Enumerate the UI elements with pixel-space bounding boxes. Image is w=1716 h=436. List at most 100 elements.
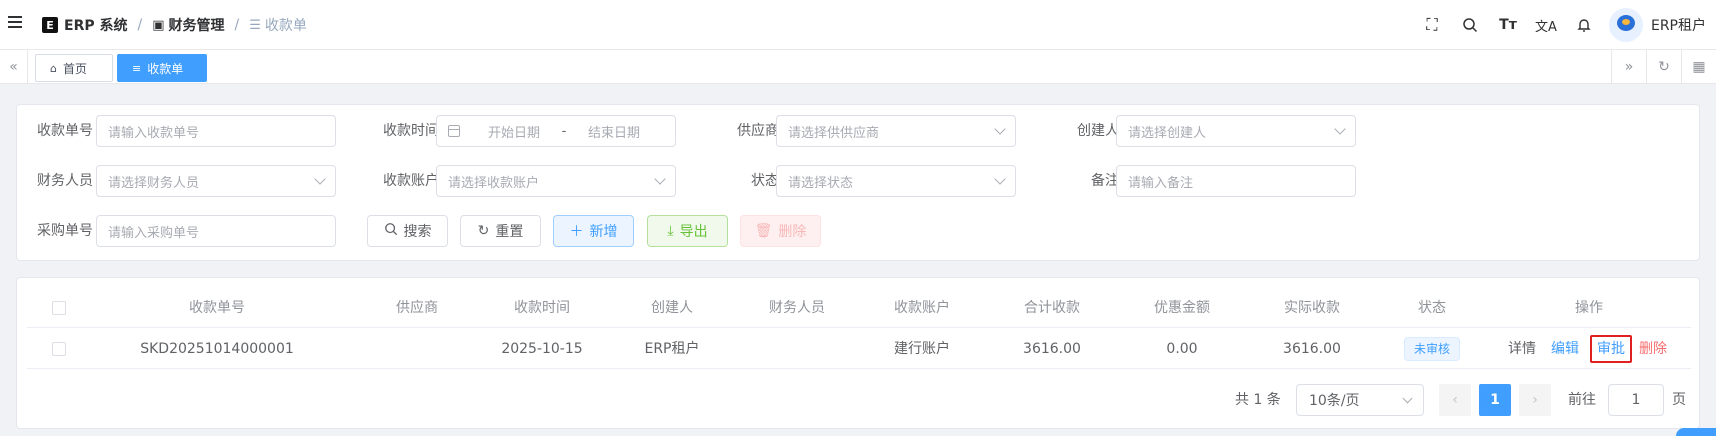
- download-icon: ⤓: [667, 223, 674, 239]
- receipt-time-label: 收款时间: [383, 123, 439, 139]
- finance-user-placeholder: 请选择财务人员: [108, 175, 200, 191]
- account-placeholder: 请选择收款账户: [448, 175, 540, 191]
- purchase-no-label: 采购单号: [37, 223, 93, 239]
- status-label: 状态: [751, 173, 779, 189]
- table-row[interactable]: SKD20251014000001 2025-10-15 ERP租户 建行账户 …: [27, 329, 1691, 369]
- tab-home[interactable]: ⌂ 首页: [35, 54, 113, 82]
- top-navbar: E ERP 系统 / ▣ 财务管理 / ☰ 收款单 ⛶ Tт 文A ERP租户: [0, 0, 1716, 50]
- col-receipt-no: 收款单号: [189, 300, 245, 316]
- tab-home-label: 首页: [62, 61, 87, 76]
- bell-icon[interactable]: [1565, 0, 1603, 50]
- cell-total: 3616.00: [1023, 341, 1081, 357]
- remark-input[interactable]: 请输入备注: [1116, 165, 1356, 197]
- font-size-icon[interactable]: Tт: [1489, 0, 1527, 50]
- chevron-down-icon: [994, 123, 1006, 135]
- hamburger-menu-icon[interactable]: [8, 16, 22, 30]
- detail-link[interactable]: 详情: [1508, 329, 1536, 369]
- finance-icon: ▣: [152, 17, 165, 33]
- search-button-label: 搜索: [403, 224, 432, 240]
- account-label: 收款账户: [383, 173, 439, 189]
- row-checkbox[interactable]: [52, 342, 66, 356]
- supplier-select[interactable]: 请选择供供应商: [776, 115, 1016, 147]
- approve-link[interactable]: 审批: [1597, 329, 1625, 369]
- grid-menu-icon[interactable]: ▦: [1681, 50, 1716, 84]
- export-button-label: 导出: [679, 224, 708, 240]
- delete-button[interactable]: 🗑 删除: [740, 215, 821, 247]
- col-actual: 实际收款: [1284, 300, 1340, 316]
- refresh-icon: ↻: [477, 223, 490, 239]
- receipt-no-input[interactable]: 请输入收款单号: [96, 115, 336, 147]
- trash-icon: 🗑: [754, 223, 773, 239]
- receipt-no-label: 收款单号: [37, 123, 93, 139]
- reset-button[interactable]: ↻ 重置: [460, 215, 541, 247]
- col-status: 状态: [1418, 300, 1446, 316]
- col-finance-user: 财务人员: [769, 300, 825, 316]
- tab-receipt[interactable]: ≡ 收款单: [117, 54, 207, 82]
- account-select[interactable]: 请选择收款账户: [436, 165, 676, 197]
- col-account: 收款账户: [894, 300, 950, 316]
- reset-button-label: 重置: [495, 224, 524, 240]
- fullscreen-icon[interactable]: ⛶: [1413, 0, 1451, 50]
- creator-select[interactable]: 请选择创建人: [1116, 115, 1356, 147]
- start-date-placeholder[interactable]: 开始日期: [474, 122, 554, 141]
- pagination-total: 共 1 条: [1235, 392, 1281, 408]
- purchase-no-input[interactable]: 请输入采购单号: [96, 215, 336, 247]
- goto-page-input[interactable]: 1: [1608, 384, 1664, 416]
- cell-status: 未审核: [1377, 329, 1487, 369]
- tab-receipt-label: 收款单: [147, 61, 184, 76]
- scroll-left-icon[interactable]: «: [0, 50, 28, 84]
- col-actions: 操作: [1575, 300, 1603, 316]
- chevron-down-icon: [994, 173, 1006, 185]
- date-separator: -: [561, 123, 567, 139]
- breadcrumb: E ERP 系统 / ▣ 财务管理 / ☰ 收款单: [42, 15, 307, 35]
- col-total: 合计收款: [1024, 300, 1080, 316]
- next-page-button[interactable]: ›: [1519, 384, 1551, 416]
- table-card: 收款单号 供应商 收款时间 创建人 财务人员 收款账户 合计收款 优惠金额 实际…: [16, 277, 1700, 429]
- list-icon: ☰: [249, 17, 261, 33]
- add-button-label: 新增: [589, 224, 618, 240]
- translate-icon[interactable]: 文A: [1527, 0, 1565, 50]
- purchase-no-placeholder: 请输入采购单号: [108, 225, 200, 241]
- receipt-no-placeholder: 请输入收款单号: [108, 125, 200, 141]
- avatar[interactable]: [1608, 8, 1643, 42]
- cell-finance-user: [737, 329, 857, 369]
- search-button[interactable]: 搜索: [367, 215, 448, 247]
- goto-label: 前往: [1568, 392, 1596, 408]
- remark-label: 备注: [1091, 173, 1119, 189]
- refresh-icon[interactable]: ↻: [1646, 50, 1681, 84]
- status-select[interactable]: 请选择状态: [776, 165, 1016, 197]
- prev-page-button[interactable]: ‹: [1439, 384, 1471, 416]
- breadcrumb-system[interactable]: ERP 系统: [64, 15, 127, 35]
- page-number[interactable]: 1: [1479, 384, 1511, 416]
- scroll-right-icon[interactable]: »: [1611, 50, 1646, 84]
- col-creator: 创建人: [651, 300, 693, 316]
- user-name[interactable]: ERP租户: [1651, 15, 1706, 35]
- chevron-down-icon: [1334, 123, 1346, 135]
- breadcrumb-module[interactable]: 财务管理: [169, 15, 225, 35]
- search-form-card: 收款单号 请输入收款单号 收款时间 开始日期 - 结束日期 供应商 请选择供供应…: [16, 104, 1700, 261]
- add-button[interactable]: ＋ 新增: [553, 215, 634, 247]
- status-badge: 未审核: [1403, 337, 1460, 361]
- erp-logo-icon: E: [42, 17, 58, 33]
- cell-supplier: [357, 329, 477, 369]
- cell-creator: ERP租户: [644, 341, 700, 357]
- creator-label: 创建人: [1077, 123, 1119, 139]
- export-button[interactable]: ⤓ 导出: [647, 215, 728, 247]
- supplier-label: 供应商: [737, 123, 779, 139]
- supplier-placeholder: 请选择供供应商: [788, 125, 880, 141]
- end-date-placeholder[interactable]: 结束日期: [574, 122, 654, 141]
- plus-icon: ＋: [569, 224, 584, 240]
- finance-user-label: 财务人员: [37, 173, 93, 189]
- chevron-down-icon: [654, 173, 666, 185]
- select-all-checkbox[interactable]: [52, 301, 66, 315]
- home-icon: ⌂: [50, 61, 57, 75]
- col-receipt-time: 收款时间: [514, 300, 570, 316]
- creator-placeholder: 请选择创建人: [1128, 125, 1207, 141]
- delete-link[interactable]: 删除: [1639, 329, 1667, 369]
- finance-user-select[interactable]: 请选择财务人员: [96, 165, 336, 197]
- page-size-select[interactable]: 10条/页: [1296, 384, 1424, 416]
- corner-widget[interactable]: [1676, 428, 1716, 436]
- edit-link[interactable]: 编辑: [1551, 329, 1579, 369]
- search-icon[interactable]: [1451, 0, 1489, 50]
- receipt-time-range[interactable]: 开始日期 - 结束日期: [436, 115, 676, 147]
